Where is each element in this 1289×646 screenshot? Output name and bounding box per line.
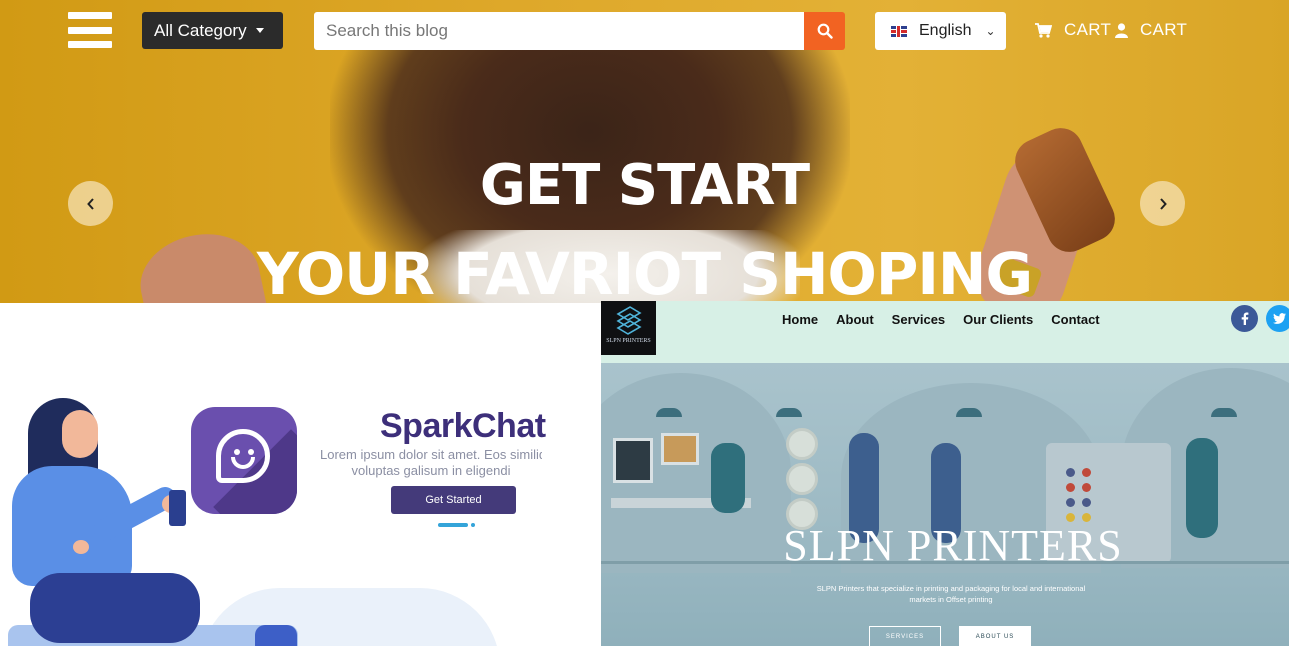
facebook-button[interactable]	[1231, 305, 1258, 332]
slpn-printers-panel: SLPN PRINTERS Home About Services Our Cl…	[601, 301, 1289, 646]
nav-home[interactable]: Home	[782, 312, 818, 327]
chevron-right-icon	[1159, 197, 1167, 210]
slpn-subtitle-line-2: markets in Offset printing	[909, 595, 993, 604]
twitter-icon	[1273, 313, 1286, 324]
slpn-logo-mark-icon	[615, 306, 642, 335]
menu-hamburger-icon[interactable]	[68, 12, 112, 48]
hero-headline-2: YOUR FAVRIOT SHOPING	[256, 240, 1033, 303]
language-label: English	[919, 22, 972, 39]
sparkchat-description-line-1: Lorem ipsum dolor sit amet. Eos similiqu	[320, 447, 542, 462]
shop-hero-banner: All Category English ⌄	[0, 0, 1289, 303]
slpn-logo[interactable]: SLPN PRINTERS	[601, 301, 656, 355]
get-started-button[interactable]: Get Started	[391, 486, 516, 514]
slide-indicator[interactable]	[438, 523, 475, 527]
services-button[interactable]: SERVICES	[869, 626, 941, 646]
account-cart-link[interactable]: CART	[1115, 18, 1187, 42]
cart-link[interactable]: CART	[1035, 18, 1111, 42]
slpn-nav-links: Home About Services Our Clients Contact	[782, 312, 1118, 327]
uk-flag-icon	[891, 25, 907, 37]
nav-contact[interactable]: Contact	[1051, 312, 1099, 327]
cart-label-2: CART	[1140, 20, 1188, 39]
sparkchat-panel: SparkChat Lorem ipsum dolor sit amet. Eo…	[0, 303, 601, 646]
collage-page: All Category English ⌄	[0, 0, 1289, 646]
shopping-cart-icon	[1035, 22, 1052, 38]
sparkchat-description: Lorem ipsum dolor sit amet. Eos similiqu…	[320, 447, 542, 481]
chat-app-icon	[191, 407, 297, 514]
sparkchat-title: SparkChat	[380, 407, 546, 445]
chevron-down-icon: ⌄	[985, 24, 996, 38]
twitter-button[interactable]	[1266, 305, 1289, 332]
slpn-logo-text: SLPN PRINTERS	[606, 338, 651, 344]
search-input[interactable]	[314, 12, 804, 50]
user-icon	[1115, 22, 1128, 38]
phone-icon	[169, 490, 186, 526]
about-us-button[interactable]: ABOUT US	[959, 626, 1031, 646]
nav-about[interactable]: About	[836, 312, 874, 327]
slpn-navbar: SLPN PRINTERS Home About Services Our Cl…	[601, 301, 1289, 363]
all-category-dropdown[interactable]: All Category	[142, 12, 283, 49]
hero-headline-1: GET START	[479, 153, 810, 218]
slpn-hero-subtitle: SLPN Printers that specialize in printin…	[796, 583, 1106, 605]
carousel-next-button[interactable]	[1140, 181, 1185, 226]
nav-our-clients[interactable]: Our Clients	[963, 312, 1033, 327]
language-selector[interactable]: English ⌄	[875, 12, 1006, 50]
category-label: All Category	[154, 20, 247, 40]
nav-services[interactable]: Services	[892, 312, 946, 327]
search-bar	[314, 12, 845, 50]
sparkchat-description-line-2: voluptas galisum in eligendi	[351, 463, 511, 478]
facebook-icon	[1241, 312, 1248, 325]
search-button[interactable]	[804, 12, 845, 50]
search-icon	[817, 23, 833, 39]
slpn-hero-title: SLPN PRINTERS	[783, 521, 1123, 570]
chevron-left-icon	[86, 197, 94, 210]
cart-label: CART	[1064, 20, 1112, 39]
caret-down-icon	[255, 28, 264, 33]
carousel-prev-button[interactable]	[68, 181, 113, 226]
slpn-subtitle-line-1: SLPN Printers that specialize in printin…	[816, 584, 1086, 593]
